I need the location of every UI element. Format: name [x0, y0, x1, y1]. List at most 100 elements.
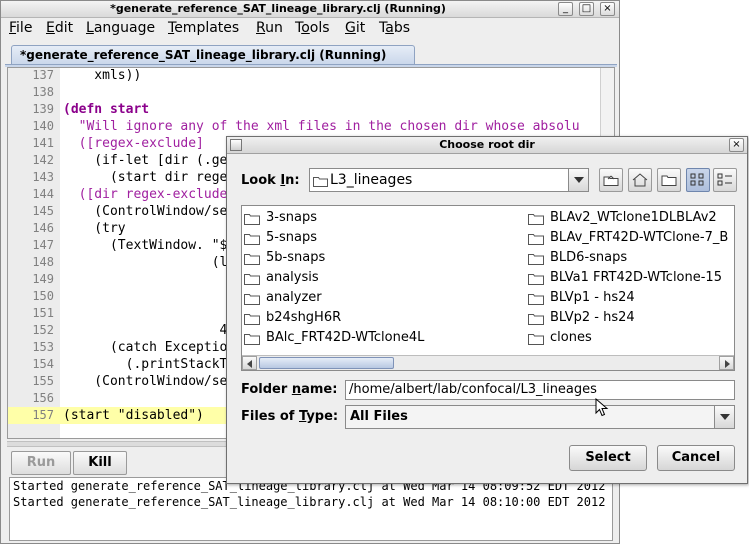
- scroll-right-button[interactable]: [719, 356, 734, 370]
- output-console[interactable]: Started generate_reference_SAT_lineage_l…: [9, 477, 613, 541]
- file-name: analyzer: [266, 290, 322, 305]
- chevron-down-icon[interactable]: [714, 406, 734, 428]
- new-folder-button[interactable]: [657, 168, 681, 192]
- file-name: BLD6-snaps: [550, 250, 628, 265]
- line-number: 155: [32, 374, 54, 388]
- dialog-titlebar[interactable]: Choose root dir ×: [227, 137, 747, 154]
- code-text: ([dir regex-exclude: [63, 187, 228, 202]
- line-number: 146: [32, 221, 54, 235]
- file-name: BLAv_FRT42D-WTClone-7_B: [550, 230, 729, 245]
- file-list[interactable]: 3-snaps 5-snaps 5b-snaps analysis analyz…: [241, 205, 735, 371]
- files-of-type-select[interactable]: All Files: [345, 405, 735, 429]
- details-view-icon: [717, 173, 732, 186]
- code-text: xmls)): [63, 68, 142, 83]
- line-number: 140: [32, 119, 54, 133]
- file-name: 5-snaps: [266, 230, 317, 245]
- line-number: 156: [32, 391, 54, 405]
- scroll-left-button[interactable]: [242, 356, 257, 370]
- code-line: 139 (defn start: [8, 101, 608, 118]
- folder-icon: [528, 294, 544, 305]
- chevron-down-icon[interactable]: [568, 169, 588, 191]
- menu-bar: File Edit Language Templates Run Tools G…: [1, 18, 619, 40]
- file-name: 5b-snaps: [266, 250, 326, 265]
- code-text: (l: [63, 255, 228, 270]
- menu-tabs[interactable]: Tabs: [379, 20, 410, 36]
- list-view-button[interactable]: [686, 168, 710, 192]
- line-number: 154: [32, 357, 54, 371]
- home-button[interactable]: [628, 168, 652, 192]
- line-number: 142: [32, 153, 54, 167]
- file-name: BLVp1 - hs24: [550, 290, 635, 305]
- line-number: 145: [32, 204, 54, 218]
- menu-run[interactable]: Run: [256, 20, 283, 36]
- menu-git[interactable]: Git: [345, 20, 365, 36]
- menu-file[interactable]: File: [9, 20, 32, 36]
- menu-tools[interactable]: Tools: [295, 20, 330, 36]
- file-name: clones: [550, 330, 592, 345]
- look-in-label: Look In:: [241, 173, 300, 188]
- file-name: BLVa1 FRT42D-WTclone-15: [550, 270, 722, 285]
- code-text: (ControlWindow/se: [63, 374, 228, 389]
- files-of-type-value: All Files: [350, 409, 408, 424]
- maximize-button[interactable]: □: [579, 2, 594, 16]
- details-view-button[interactable]: [713, 168, 737, 192]
- menu-language[interactable]: Language: [86, 20, 155, 36]
- folder-icon: [244, 254, 260, 265]
- line-number: 148: [32, 255, 54, 269]
- folder-icon: [244, 314, 260, 325]
- code-text: "Will ignore any of the xml files in the…: [63, 119, 580, 134]
- line-number: 139: [32, 102, 54, 116]
- folder-icon: [244, 334, 260, 345]
- line-number: 152: [32, 323, 54, 337]
- dialog-close-button[interactable]: ×: [729, 138, 744, 152]
- line-number: 153: [32, 340, 54, 354]
- file-name: BLAv2_WTclone1DLBLAv2: [550, 210, 717, 225]
- run-button[interactable]: Run: [11, 451, 71, 475]
- file-list-horizontal-scrollbar[interactable]: [242, 355, 734, 370]
- folder-icon: [244, 294, 260, 305]
- folder-icon: [528, 234, 544, 245]
- minimize-button[interactable]: _: [558, 2, 573, 16]
- code-line: 138: [8, 84, 608, 101]
- new-folder-icon: [661, 175, 677, 186]
- code-text: (catch Exceptio: [63, 340, 228, 355]
- line-number: 137: [32, 68, 54, 82]
- line-number: 149: [32, 272, 54, 286]
- code-text: (if-let [dir (.ge: [63, 153, 228, 168]
- folder-icon: [528, 314, 544, 325]
- folder-name-input[interactable]: /home/albert/lab/confocal/L3_lineages: [345, 380, 735, 400]
- choose-root-dir-dialog: Choose root dir × Look In: L3_lineages 3…: [226, 136, 748, 484]
- scrollbar-thumb[interactable]: [259, 357, 394, 369]
- code-text: 4: [63, 323, 228, 338]
- up-one-level-button[interactable]: [599, 168, 623, 192]
- look-in-combobox[interactable]: L3_lineages: [309, 168, 589, 192]
- menu-templates[interactable]: Templates: [168, 20, 239, 36]
- mouse-cursor-icon: [595, 398, 609, 417]
- line-number: 157: [32, 408, 54, 422]
- select-button[interactable]: Select: [569, 445, 647, 471]
- folder-up-icon: [603, 175, 619, 186]
- folder-icon: [528, 274, 544, 285]
- folder-icon: [244, 214, 260, 225]
- folder-icon: [528, 334, 544, 345]
- folder-icon: [313, 177, 328, 187]
- menu-edit[interactable]: Edit: [46, 20, 73, 36]
- folder-icon: [244, 274, 260, 285]
- line-number: 143: [32, 170, 54, 184]
- list-view-icon: [690, 173, 704, 186]
- line-number: 141: [32, 136, 54, 150]
- look-in-value: L3_lineages: [330, 172, 413, 188]
- cancel-button[interactable]: Cancel: [657, 445, 735, 471]
- code-text: ([regex-exclude]: [63, 136, 204, 151]
- kill-button[interactable]: Kill: [73, 451, 127, 475]
- code-text: (try: [63, 221, 126, 236]
- tab-current-file[interactable]: *generate_reference_SAT_lineage_library.…: [11, 45, 415, 65]
- dialog-title: Choose root dir: [439, 138, 535, 151]
- code-line: 137 xmls)): [8, 68, 608, 84]
- window-titlebar[interactable]: *generate_reference_SAT_lineage_library.…: [1, 1, 619, 18]
- line-number: 150: [32, 289, 54, 303]
- code-text: (ControlWindow/se: [63, 204, 228, 219]
- file-name: BAlc_FRT42D-WTclone4L: [266, 330, 425, 345]
- console-line: Started generate_reference_SAT_lineage_l…: [13, 495, 606, 509]
- close-button[interactable]: ×: [600, 2, 615, 16]
